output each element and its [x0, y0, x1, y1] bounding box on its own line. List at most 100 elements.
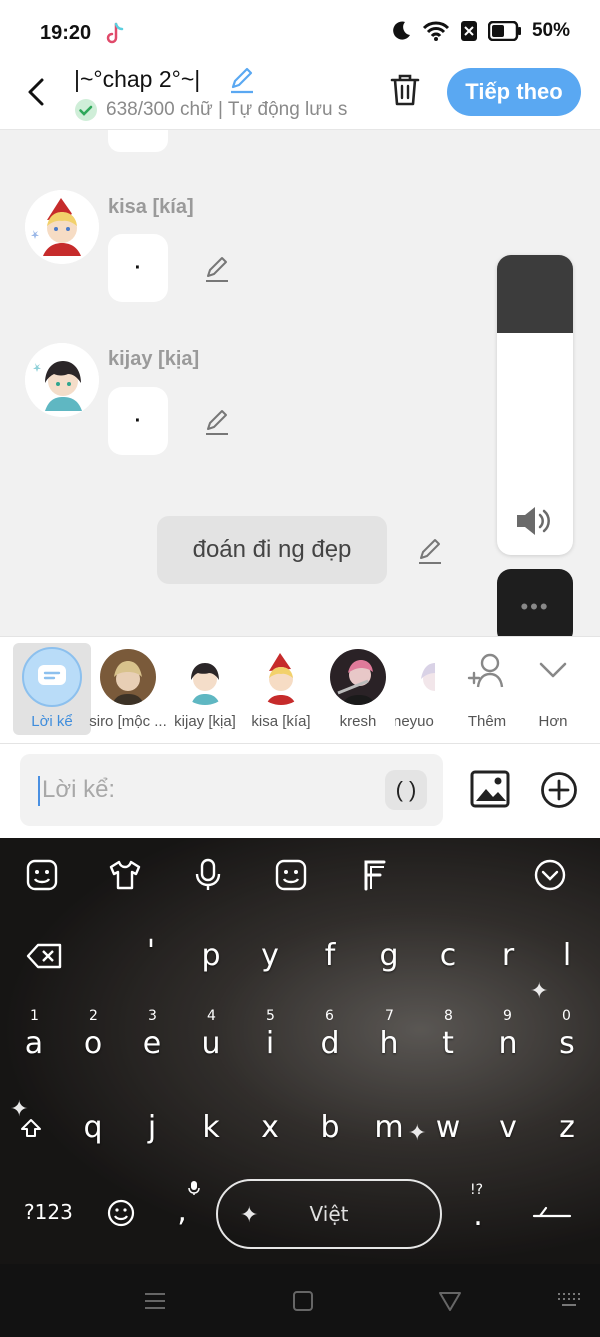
key[interactable]: v [488, 1110, 528, 1145]
enter-icon[interactable] [532, 1202, 572, 1222]
theme-shirt-icon[interactable] [108, 858, 142, 892]
message-input[interactable]: Lời kể: ( ) [20, 754, 443, 826]
saved-check-icon [75, 99, 97, 121]
key-hint: 3 [148, 1008, 157, 1024]
message-bubble[interactable]: · [108, 234, 168, 302]
key[interactable]: a [14, 1026, 54, 1061]
key[interactable]: w [428, 1110, 468, 1145]
edit-message-icon[interactable] [203, 408, 231, 436]
comma-key[interactable]: , [162, 1194, 202, 1229]
key[interactable]: n [488, 1026, 528, 1061]
home-nav-icon[interactable] [290, 1288, 316, 1314]
system-nav-bar [0, 1264, 600, 1337]
status-icons: 50% [390, 20, 570, 42]
key[interactable]: d [310, 1026, 350, 1061]
key[interactable]: g [369, 938, 409, 973]
more-dots-icon: ••• [520, 594, 550, 619]
symbols-key[interactable]: ?123 [24, 1200, 73, 1224]
character-name: kisa [kía] [108, 196, 194, 218]
key[interactable]: i [250, 1026, 290, 1061]
key[interactable]: s [547, 1026, 587, 1061]
edit-narration-icon[interactable] [416, 537, 444, 565]
key[interactable]: b [310, 1110, 350, 1145]
sparkle-decoration: ✦ [10, 1096, 29, 1121]
narration-bubble[interactable]: đoán đi ng đẹp [157, 516, 387, 584]
key-hint: !? [470, 1182, 484, 1198]
avatar-kisa [25, 190, 99, 264]
more-characters-button[interactable]: Hơn [514, 643, 592, 735]
back-nav-icon[interactable] [437, 1288, 463, 1314]
key[interactable]: h [369, 1026, 409, 1061]
plus-circle-icon[interactable] [540, 771, 578, 809]
key[interactable]: p [191, 938, 231, 973]
chevron-down-icon [539, 662, 567, 678]
volume-slider[interactable] [497, 255, 573, 555]
key[interactable]: x [250, 1110, 290, 1145]
trash-icon[interactable] [388, 72, 422, 108]
back-arrow-icon[interactable] [22, 74, 52, 110]
image-icon[interactable] [470, 770, 510, 808]
volume-level-fill [497, 255, 573, 333]
period-key[interactable]: . [458, 1198, 498, 1233]
key[interactable]: q [73, 1110, 113, 1145]
key[interactable]: e [132, 1026, 172, 1061]
key[interactable]: u [191, 1026, 231, 1061]
character-option-kresh[interactable]: kresh [319, 643, 397, 735]
edit-title-icon[interactable] [228, 66, 256, 94]
key[interactable]: y [250, 938, 290, 973]
backspace-icon[interactable] [26, 942, 64, 970]
keyboard-switch-icon[interactable] [556, 1288, 582, 1314]
text-caret [38, 776, 40, 806]
key[interactable]: ' [131, 934, 171, 969]
battery-icon [487, 21, 521, 41]
next-button[interactable]: Tiếp theo [447, 68, 581, 116]
key[interactable]: z [547, 1110, 587, 1145]
moon-icon [393, 21, 410, 40]
key-hint: 5 [266, 1008, 275, 1024]
key[interactable]: o [73, 1026, 113, 1061]
avatar-kijay [177, 649, 233, 705]
narrator-avatar [22, 647, 82, 707]
microphone-icon[interactable] [191, 858, 225, 892]
key[interactable]: l [547, 938, 587, 973]
character-option-kijay[interactable]: kijay [kịa] [166, 643, 244, 735]
input-placeholder: Lời kể: [42, 776, 116, 803]
key-hint: 9 [503, 1008, 512, 1024]
message-bubble[interactable] [108, 130, 168, 152]
key[interactable]: j [132, 1110, 172, 1145]
status-time: 19:20 [40, 22, 92, 44]
emoji-icon[interactable] [274, 858, 308, 892]
sparkle-decoration: ✦ [408, 1120, 427, 1145]
key[interactable]: c [428, 938, 468, 973]
character-option-neyuo[interactable]: neyuo [395, 643, 435, 735]
menu-nav-icon[interactable] [142, 1288, 168, 1314]
character-option-siro[interactable]: siro [mộc ... [89, 643, 167, 735]
narration-icon [38, 665, 66, 685]
key[interactable]: f [310, 938, 350, 973]
key-hint: 7 [385, 1008, 394, 1024]
editor-header: |~°chap 2°~| 638/300 chữ | Tự động lưu s… [0, 62, 600, 130]
character-option-narrator[interactable]: Lời kể [13, 643, 91, 735]
character-option-kisa[interactable]: kisa [kía] [242, 643, 320, 735]
sticker-icon[interactable] [25, 858, 59, 892]
edit-message-icon[interactable] [203, 255, 231, 283]
key[interactable]: t [428, 1026, 468, 1061]
keyboard: ' p y f g c r l 1 2 3 4 5 6 7 8 9 0 a o … [0, 838, 600, 1264]
parentheses-button[interactable]: ( ) [385, 770, 427, 810]
message-bubble[interactable]: · [108, 387, 168, 455]
key[interactable]: m [369, 1110, 409, 1145]
chapter-title: |~°chap 2°~| [74, 66, 201, 92]
collapse-keyboard-icon[interactable] [533, 858, 567, 892]
font-icon[interactable] [358, 858, 392, 892]
add-person-icon [467, 653, 504, 688]
key[interactable]: k [191, 1110, 231, 1145]
sparkle-decoration: ✦ [530, 978, 549, 1003]
key[interactable]: r [488, 938, 528, 973]
character-label: kresh [339, 713, 377, 730]
emoji-key-icon[interactable] [106, 1198, 136, 1228]
volume-more-button[interactable]: ••• [497, 569, 573, 645]
speaker-icon[interactable] [515, 503, 555, 539]
key-hint: 6 [325, 1008, 334, 1024]
word-count-status: 638/300 chữ | Tự động lưu s [106, 99, 348, 120]
avatar-kisa [253, 649, 309, 705]
